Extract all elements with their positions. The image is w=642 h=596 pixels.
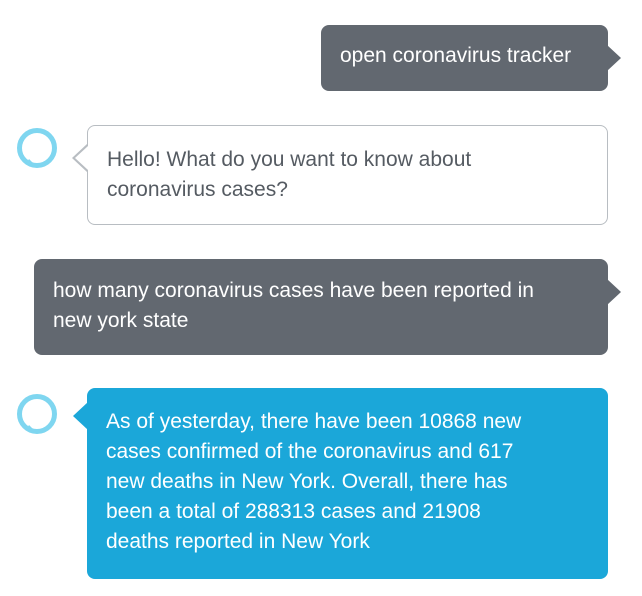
user-message-bubble: how many coronavirus cases have been rep…	[34, 259, 621, 355]
alexa-ring-icon	[17, 128, 57, 168]
alexa-response-text: Hello! What do you want to know about co…	[107, 148, 472, 201]
alexa-response-bubble: Hello! What do you want to know about co…	[72, 125, 608, 225]
alexa-response-text: As of yesterday, there have been 10868 n…	[106, 410, 522, 553]
alexa-response-bubble: As of yesterday, there have been 10868 n…	[73, 388, 608, 579]
alexa-ring-icon	[17, 394, 57, 434]
user-message-text: open coronavirus tracker	[340, 44, 572, 67]
user-message-text: how many coronavirus cases have been rep…	[53, 279, 534, 332]
user-message-bubble: open coronavirus tracker	[321, 25, 621, 91]
